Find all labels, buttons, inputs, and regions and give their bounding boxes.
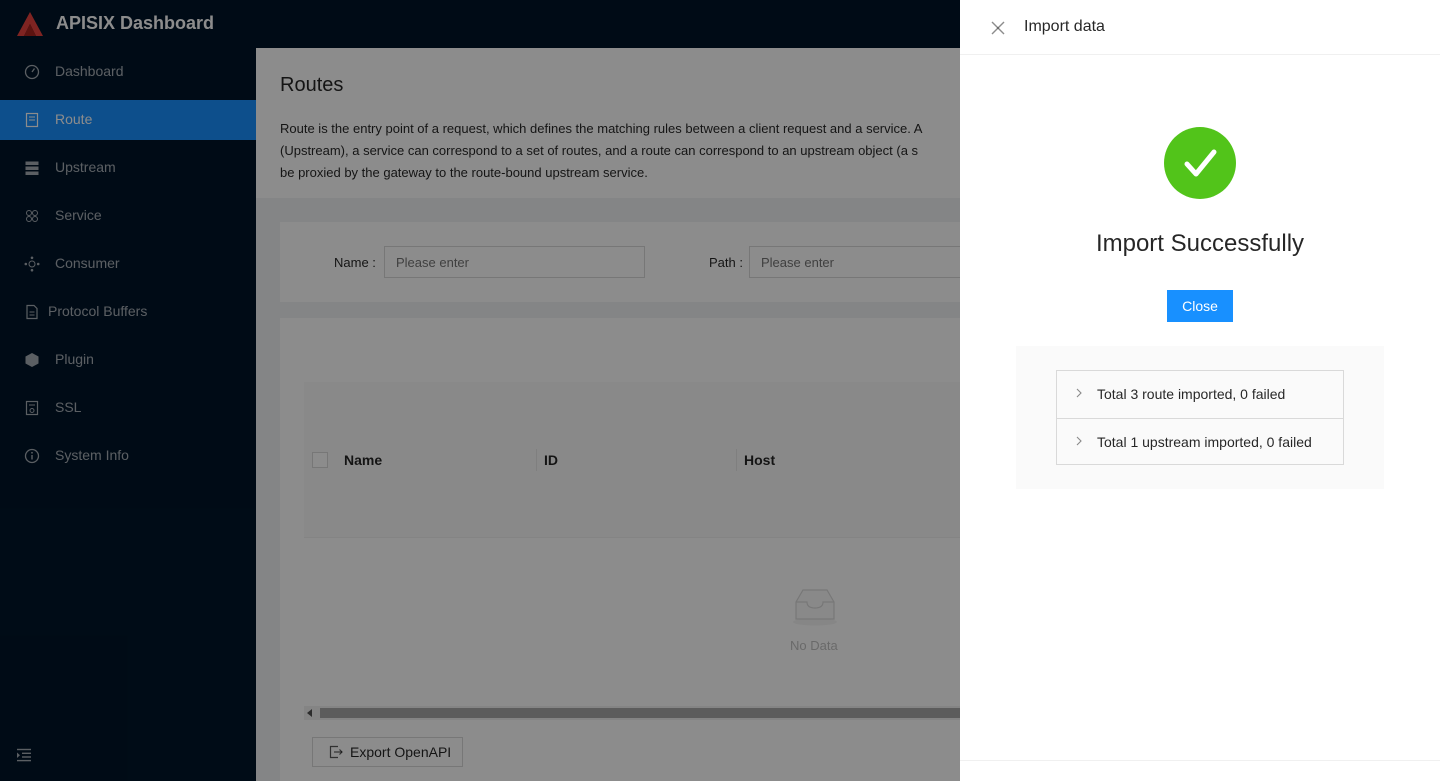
import-drawer: Import data Import Successfully Close To… xyxy=(960,0,1440,781)
drawer-mask[interactable] xyxy=(0,0,960,781)
drawer-title: Import data xyxy=(1024,18,1105,35)
check-circle-icon xyxy=(1164,127,1236,199)
result-content: Total 3 route imported, 0 failed Total 1… xyxy=(1016,346,1384,489)
import-summary-collapse: Total 3 route imported, 0 failed Total 1… xyxy=(1056,370,1344,465)
chevron-right-icon xyxy=(1076,388,1082,398)
upstream-import-panel[interactable]: Total 1 upstream imported, 0 failed xyxy=(1057,418,1343,465)
panel-label: Total 3 route imported, 0 failed xyxy=(1097,386,1286,402)
result-title: Import Successfully xyxy=(1095,230,1305,257)
panel-label: Total 1 upstream imported, 0 failed xyxy=(1097,434,1312,450)
drawer-header: Import data xyxy=(960,0,1440,55)
close-button[interactable]: Close xyxy=(1167,290,1233,322)
route-import-panel[interactable]: Total 3 route imported, 0 failed xyxy=(1057,371,1343,418)
drawer-footer-divider xyxy=(960,760,1440,761)
close-icon[interactable] xyxy=(990,20,1006,36)
chevron-right-icon xyxy=(1076,436,1082,446)
